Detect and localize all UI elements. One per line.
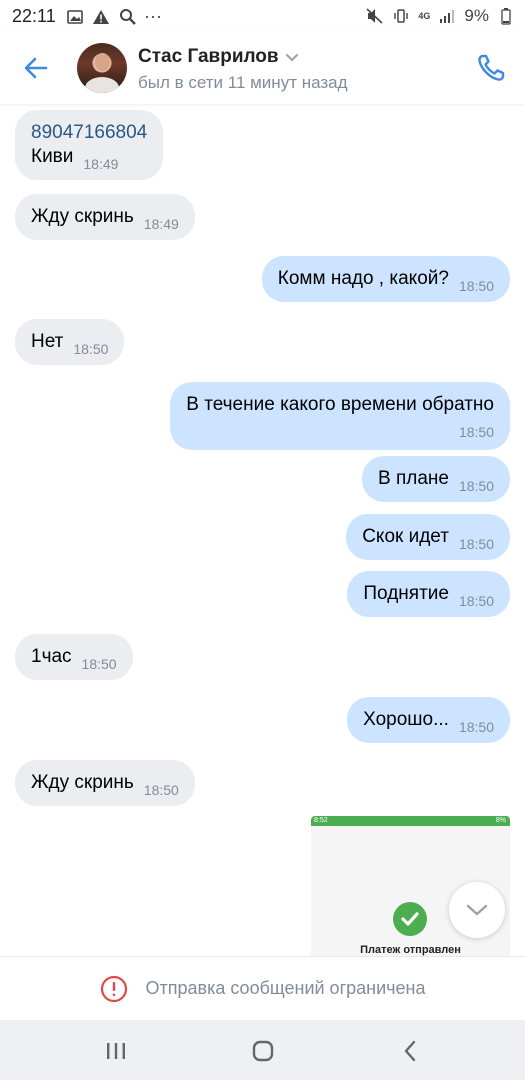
vibrate-icon [392, 7, 410, 25]
message-text: Поднятие [363, 583, 449, 604]
restriction-text: Отправка сообщений ограничена [145, 978, 426, 998]
message-text: Жду скринь [31, 772, 134, 793]
message-time: 18:50 [458, 719, 494, 735]
message-outgoing[interactable]: Комм надо , какой? 18:50 [261, 256, 510, 302]
messaging-restricted-bar: Отправка сообщений ограничена [0, 956, 525, 1020]
message-time: 18:50 [458, 593, 494, 609]
phone-call-icon[interactable] [473, 50, 509, 86]
status-right-icons: 4G 9% [366, 6, 515, 26]
message-outgoing[interactable]: В плане 18:50 [362, 456, 510, 502]
error-icon [100, 975, 127, 1002]
message-time: 18:50 [143, 782, 179, 798]
mute-icon [366, 7, 384, 25]
signal-icon [438, 7, 456, 25]
message-text: В плане [378, 468, 449, 489]
message-text: 1час [31, 646, 72, 667]
message-incoming[interactable]: Жду скринь 18:49 [15, 194, 195, 240]
battery-percent: 9% [464, 6, 489, 25]
message-time: 18:50 [81, 656, 117, 672]
attachment-status-battery: 8% [495, 817, 506, 824]
chat-header: Стас Гаврилов был в сети 11 минут назад [0, 32, 525, 104]
phone-number-link[interactable]: 89047166804 [31, 121, 147, 145]
message-text: Комм надо , какой? [277, 268, 449, 289]
message-text: Скок идет [362, 526, 449, 547]
home-icon[interactable] [248, 1036, 278, 1066]
status-time: 22:11 [12, 6, 56, 26]
message-text: Хорошо... [363, 709, 449, 730]
message-time: 18:49 [83, 156, 119, 172]
message-incoming[interactable]: Жду скринь 18:50 [15, 760, 195, 806]
contact-name-row[interactable]: Стас Гаврилов [138, 46, 299, 68]
battery-icon [497, 7, 515, 25]
alert-icon [92, 8, 110, 26]
message-incoming[interactable]: Нет 18:50 [15, 319, 125, 365]
last-seen-status: был в сети 11 минут назад [138, 73, 348, 92]
contact-name[interactable]: Стас Гаврилов [138, 46, 279, 68]
message-text: Жду скринь [31, 206, 134, 227]
message-time: 18:50 [458, 424, 494, 440]
message-text: Киви [31, 146, 74, 167]
image-icon [66, 8, 84, 26]
message-outgoing[interactable]: В течение какого времени обратно 18:50 [170, 382, 510, 450]
attachment-status-bar: 8:52 8% [311, 816, 510, 826]
avatar[interactable] [77, 43, 127, 93]
message-outgoing[interactable]: Хорошо... 18:50 [347, 697, 510, 743]
chevron-down-icon [466, 904, 488, 916]
message-outgoing[interactable]: Скок идет 18:50 [346, 514, 510, 560]
checkmark-icon [393, 902, 427, 936]
search-icon [118, 8, 136, 26]
message-time: 18:50 [458, 536, 494, 552]
message-incoming[interactable]: 1час 18:50 [15, 634, 133, 680]
message-text: В течение какого времени обратно [186, 394, 494, 415]
network-type: 4G [418, 11, 431, 21]
back-icon[interactable] [395, 1036, 425, 1066]
status-bar: 22:11 ··· 4G 9% [0, 0, 525, 32]
message-time: 18:50 [73, 341, 109, 357]
message-time: 18:49 [143, 216, 179, 232]
back-arrow-icon[interactable] [20, 52, 52, 84]
scroll-down-button[interactable] [449, 882, 505, 938]
system-nav-bar [0, 1020, 525, 1080]
chevron-down-icon[interactable] [285, 52, 299, 62]
more-icon: ··· [144, 6, 162, 26]
message-outgoing[interactable]: Поднятие 18:50 [347, 571, 510, 617]
message-incoming[interactable]: 89047166804 Киви 18:49 [15, 110, 164, 180]
attachment-status-time: 8:52 [314, 817, 328, 824]
attachment-caption: Платеж отправлен [360, 944, 461, 956]
message-time: 18:50 [458, 278, 494, 294]
message-time: 18:50 [458, 478, 494, 494]
message-list[interactable]: 89047166804 Киви 18:49 Жду скринь 18:49 Ко… [0, 104, 525, 956]
message-text: Нет [31, 331, 64, 352]
status-left-icons: ··· [66, 6, 162, 27]
recent-apps-icon[interactable] [101, 1036, 131, 1066]
